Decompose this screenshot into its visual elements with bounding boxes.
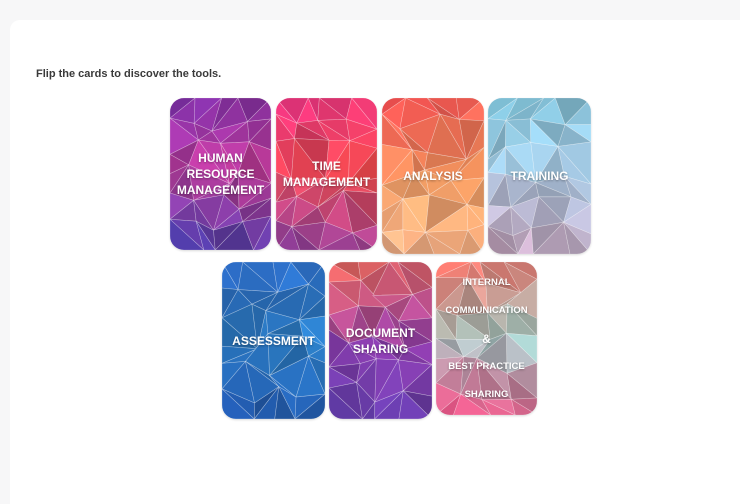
card-analysis[interactable]: ANALYSIS: [382, 98, 484, 254]
card-internal-communication[interactable]: INTERNAL COMMUNICATION & BEST PRACTICE S…: [436, 262, 537, 415]
card-label: INTERNAL COMMUNICATION & BEST PRACTICE S…: [436, 262, 537, 415]
card-label: DOCUMENT SHARING: [345, 325, 416, 356]
card-label-line: &: [482, 331, 491, 346]
card-label-line: INTERNAL: [462, 276, 511, 288]
instruction-text: Flip the cards to discover the tools.: [36, 68, 222, 80]
card-label: ASSESSMENT: [232, 333, 315, 348]
card-label: TRAINING: [510, 169, 569, 183]
card-label: TIME MANAGEMENT: [282, 159, 371, 189]
card-label: HUMAN RESOURCE MANAGEMENT: [176, 151, 265, 197]
card-label: ANALYSIS: [403, 169, 463, 183]
card-label-line: COMMUNICATION: [445, 304, 528, 316]
card-training[interactable]: TRAINING: [488, 98, 591, 254]
card-assessment[interactable]: ASSESSMENT: [222, 262, 325, 419]
card-document-sharing[interactable]: DOCUMENT SHARING: [329, 262, 432, 419]
card-human-resource-management[interactable]: HUMAN RESOURCE MANAGEMENT: [170, 98, 271, 250]
card-label-line: SHARING: [464, 388, 509, 400]
card-time-management[interactable]: TIME MANAGEMENT: [276, 98, 377, 250]
card-label-line: BEST PRACTICE: [448, 360, 525, 372]
